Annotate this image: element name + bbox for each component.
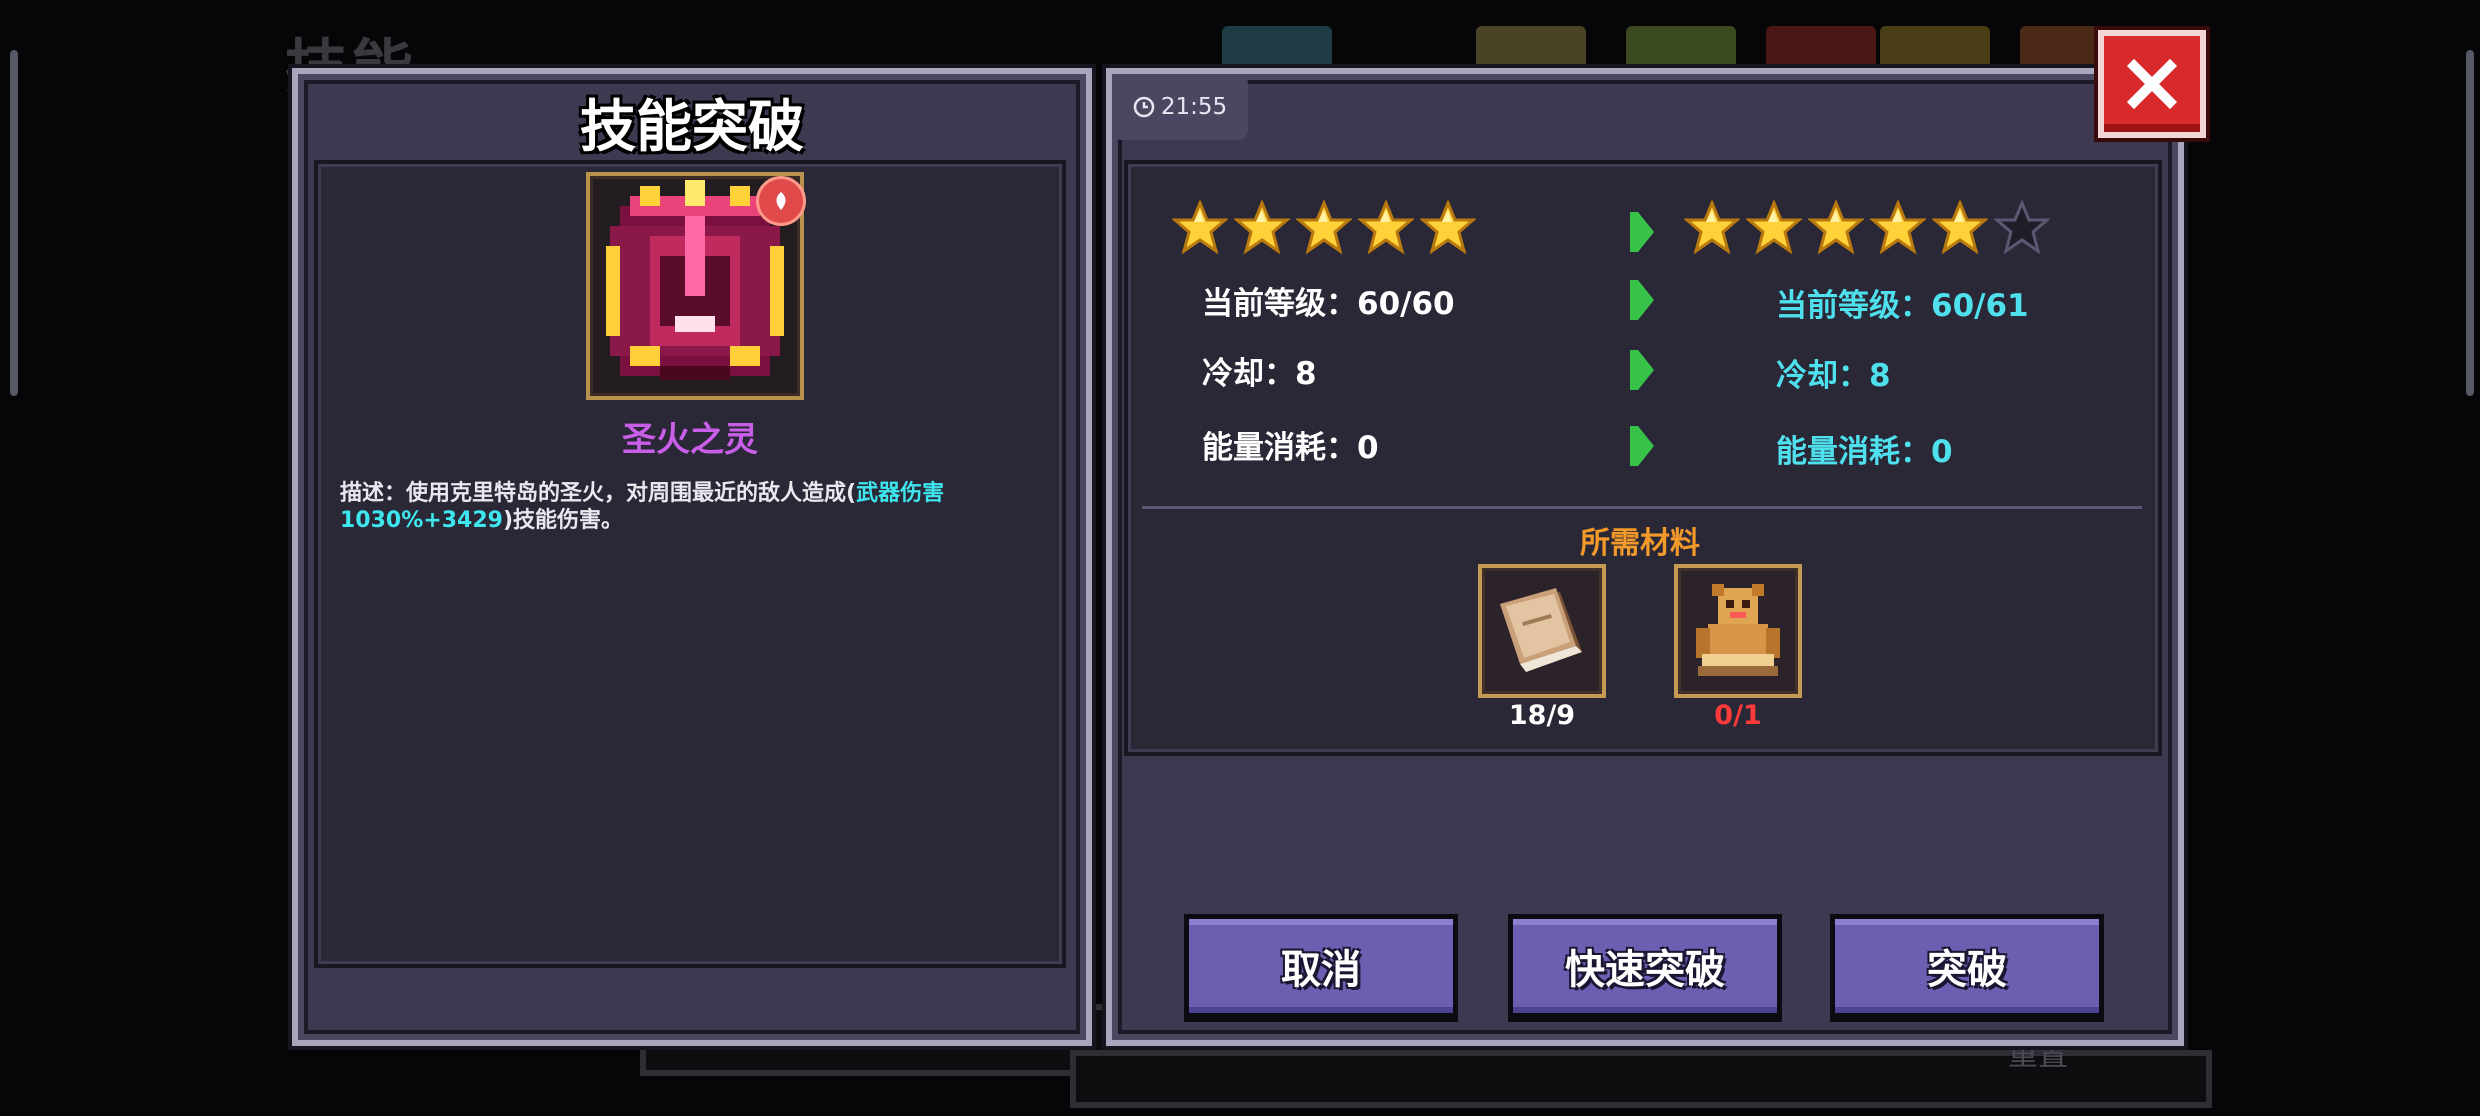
golden-idol-icon: [1696, 584, 1780, 676]
arrow-right-icon: [1630, 212, 1654, 252]
skill-description-suffix: )技能伤害。: [502, 508, 623, 533]
material-count-idol: 0/1: [1714, 700, 1762, 731]
next-stars: [1684, 200, 2050, 256]
star-filled-icon: [1234, 200, 1290, 255]
next-energy-cost: 能量消耗：0: [1776, 434, 1953, 470]
stats-divider: [1142, 506, 2142, 509]
quick-breakthrough-button[interactable]: 快速突破: [1508, 914, 1782, 1018]
star-filled-icon: [1358, 200, 1414, 255]
material-count-book: 18/9: [1508, 700, 1576, 731]
star-filled-icon: [1420, 200, 1476, 255]
star-empty-icon: [1994, 200, 2050, 255]
clock-time: 21:55: [1160, 94, 1228, 120]
star-filled-icon: [1172, 200, 1228, 255]
star-filled-icon: [1932, 200, 1988, 255]
close-button[interactable]: [2098, 30, 2206, 138]
star-filled-icon: [1684, 200, 1740, 255]
current-energy-cost: 能量消耗：0: [1202, 430, 1379, 466]
arrow-right-icon: [1630, 350, 1654, 390]
star-filled-icon: [1746, 200, 1802, 255]
right-scrollbar[interactable]: [2466, 50, 2474, 396]
star-filled-icon: [1808, 200, 1864, 255]
next-level: 当前等级：60/61: [1776, 288, 2029, 324]
star-filled-icon: [1296, 200, 1352, 255]
current-level: 当前等级：60/60: [1202, 286, 1455, 322]
next-cooldown: 冷却：8: [1776, 358, 1891, 394]
skill-element-badge-icon: [756, 176, 806, 226]
skill-description-prefix: 描述：使用克里特岛的圣火，对周围最近的敌人造成(: [340, 481, 857, 506]
skill-description: 描述：使用克里特岛的圣火，对周围最近的敌人造成(武器伤害1030%+3429)技…: [340, 480, 1040, 534]
cancel-button[interactable]: 取消: [1184, 914, 1458, 1018]
close-icon: [2126, 58, 2178, 110]
clock-icon: [1133, 96, 1155, 118]
required-materials-title: 所需材料: [1580, 526, 1700, 561]
skill-name: 圣火之灵: [622, 420, 758, 460]
arrow-right-icon: [1630, 426, 1654, 466]
left-scrollbar[interactable]: [10, 50, 18, 396]
clock-display: 21:55: [1112, 74, 1248, 140]
dialog-title: 技能突破: [580, 95, 804, 160]
breakthrough-button[interactable]: 突破: [1830, 914, 2104, 1018]
material-slot-book[interactable]: [1478, 564, 1606, 698]
star-filled-icon: [1870, 200, 1926, 255]
current-stars: [1172, 200, 1476, 256]
book-icon: [1500, 588, 1582, 672]
arrow-right-icon: [1630, 280, 1654, 320]
current-cooldown: 冷却：8: [1202, 356, 1317, 392]
material-slot-idol[interactable]: [1674, 564, 1802, 698]
game-screen: 技能 重置 技能突破 圣火之灵: [0, 0, 2480, 1116]
